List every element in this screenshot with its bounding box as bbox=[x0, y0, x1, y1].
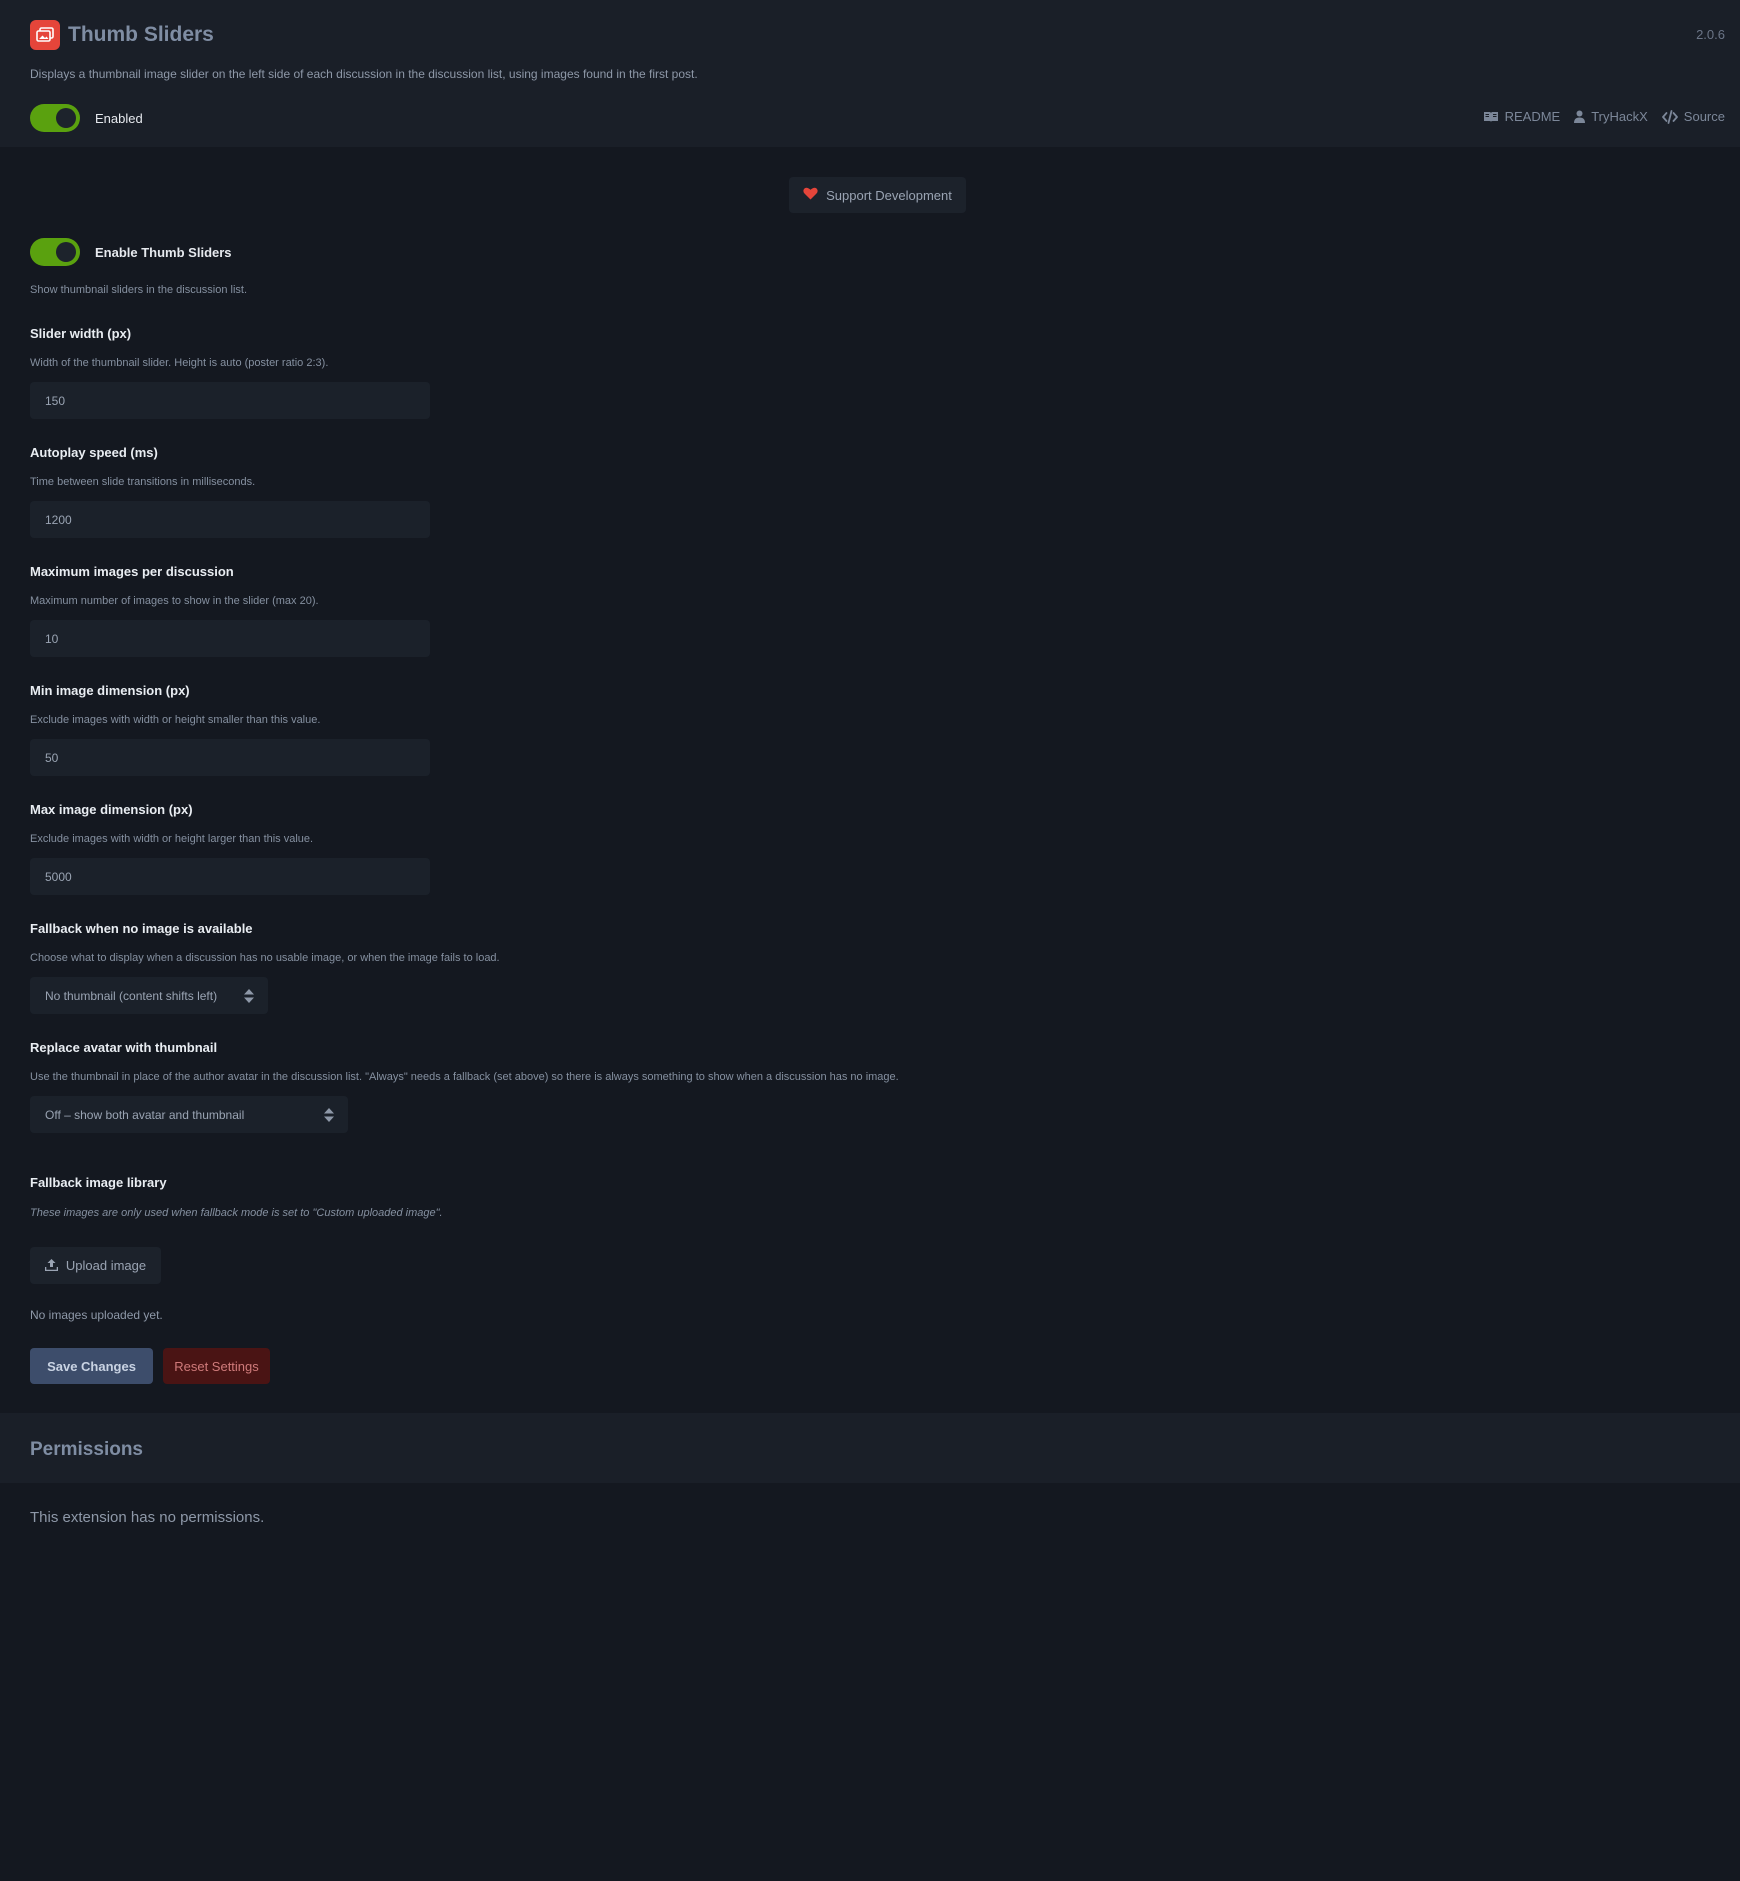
replace-avatar-help: Use the thumbnail in place of the author… bbox=[30, 1071, 899, 1083]
slider-width-label: Slider width (px) bbox=[30, 326, 132, 341]
save-changes-button[interactable]: Save Changes bbox=[30, 1348, 153, 1384]
max-dimension-label: Max image dimension (px) bbox=[30, 802, 193, 817]
book-icon bbox=[1483, 111, 1499, 123]
max-dimension-input[interactable] bbox=[30, 858, 430, 895]
fallback-library-label: Fallback image library bbox=[30, 1175, 167, 1190]
header-links: README TryHackX Source bbox=[1483, 109, 1725, 124]
extension-enabled-label: Enabled bbox=[95, 111, 143, 126]
upload-image-button[interactable]: Upload image bbox=[30, 1247, 161, 1284]
sort-caret-icon bbox=[244, 989, 254, 1003]
max-dimension-help: Exclude images with width or height larg… bbox=[30, 833, 314, 845]
author-label: TryHackX bbox=[1591, 109, 1648, 124]
extension-enabled-toggle[interactable] bbox=[30, 104, 80, 132]
min-dimension-label: Min image dimension (px) bbox=[30, 683, 190, 698]
code-icon bbox=[1661, 109, 1678, 124]
enable-thumb-sliders-label: Enable Thumb Sliders bbox=[95, 245, 232, 260]
user-icon bbox=[1574, 110, 1586, 123]
author-link[interactable]: TryHackX bbox=[1574, 109, 1648, 124]
readme-label: README bbox=[1504, 109, 1561, 124]
fallback-select[interactable]: No thumbnail (content shifts left) bbox=[30, 977, 268, 1014]
min-dimension-input[interactable] bbox=[30, 739, 430, 776]
fallback-library-help: These images are only used when fallback… bbox=[30, 1207, 443, 1219]
support-development-button[interactable]: Support Development bbox=[789, 177, 966, 213]
extension-title: Thumb Sliders bbox=[68, 23, 214, 46]
fallback-label: Fallback when no image is available bbox=[30, 921, 253, 936]
replace-avatar-selected-value: Off – show both avatar and thumbnail bbox=[45, 1107, 245, 1122]
permissions-title: Permissions bbox=[30, 1439, 143, 1460]
permissions-header bbox=[0, 1413, 1740, 1483]
autoplay-speed-help: Time between slide transitions in millis… bbox=[30, 476, 256, 488]
autoplay-speed-input[interactable] bbox=[30, 501, 430, 538]
toggle-knob bbox=[56, 108, 76, 128]
slider-width-input[interactable] bbox=[30, 382, 430, 419]
autoplay-speed-label: Autoplay speed (ms) bbox=[30, 445, 158, 460]
heart-icon bbox=[803, 187, 818, 203]
upload-image-label: Upload image bbox=[65, 1258, 147, 1273]
reset-settings-button[interactable]: Reset Settings bbox=[163, 1348, 270, 1384]
fallback-help: Choose what to display when a discussion… bbox=[30, 952, 500, 964]
source-label: Source bbox=[1683, 109, 1725, 124]
upload-icon bbox=[44, 1258, 59, 1274]
min-dimension-help: Exclude images with width or height smal… bbox=[30, 714, 321, 726]
enable-thumb-sliders-help: Show thumbnail sliders in the discussion… bbox=[30, 284, 248, 296]
source-link[interactable]: Source bbox=[1661, 109, 1725, 124]
extension-description: Displays a thumbnail image slider on the… bbox=[30, 67, 698, 81]
toggle-knob bbox=[56, 242, 76, 262]
enable-thumb-sliders-toggle[interactable] bbox=[30, 238, 80, 266]
slider-width-help: Width of the thumbnail slider. Height is… bbox=[30, 357, 329, 369]
image-icon bbox=[30, 20, 60, 50]
replace-avatar-select[interactable]: Off – show both avatar and thumbnail bbox=[30, 1096, 348, 1133]
max-images-input[interactable] bbox=[30, 620, 430, 657]
readme-link[interactable]: README bbox=[1483, 109, 1561, 124]
sort-caret-icon bbox=[324, 1108, 334, 1122]
fallback-selected-value: No thumbnail (content shifts left) bbox=[45, 988, 218, 1003]
max-images-label: Maximum images per discussion bbox=[30, 564, 234, 579]
permissions-text: This extension has no permissions. bbox=[30, 1509, 265, 1526]
support-label: Support Development bbox=[826, 187, 952, 203]
max-images-help: Maximum number of images to show in the … bbox=[30, 595, 319, 607]
extension-version: 2.0.6 bbox=[1696, 27, 1725, 42]
extension-header: Thumb Sliders 2.0.6 Displays a thumbnail… bbox=[0, 0, 1740, 147]
replace-avatar-label: Replace avatar with thumbnail bbox=[30, 1040, 218, 1055]
no-images-text: No images uploaded yet. bbox=[30, 1308, 163, 1322]
